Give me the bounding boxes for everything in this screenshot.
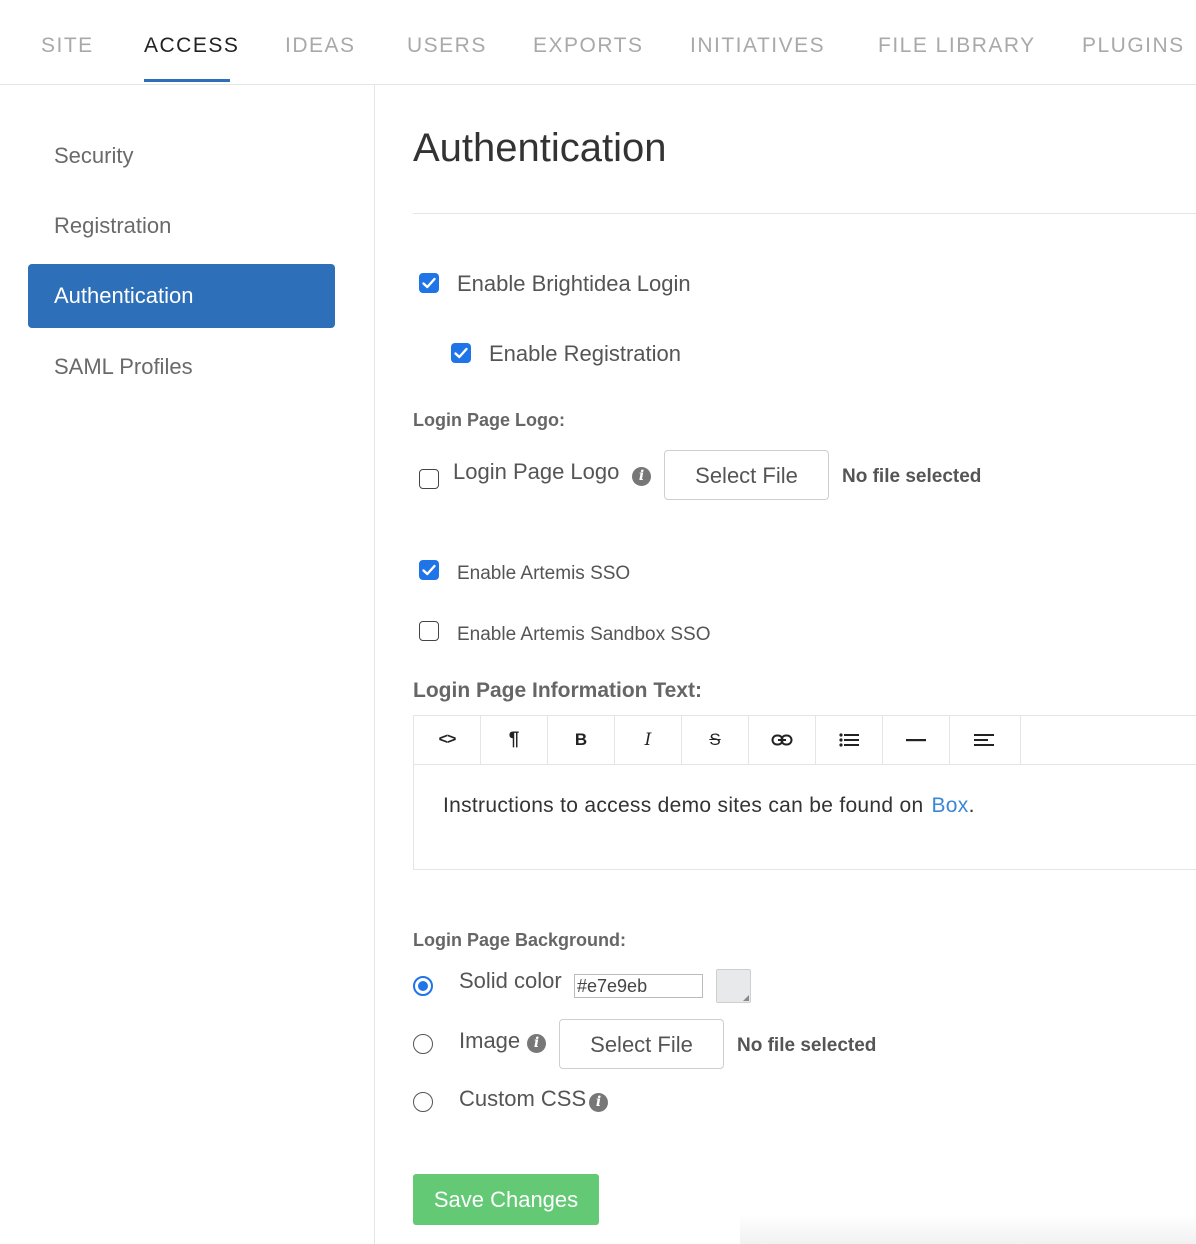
info-icon[interactable]: i — [632, 467, 651, 486]
image-file-status: No file selected — [737, 1035, 877, 1056]
strikethrough-button[interactable]: S — [682, 716, 749, 764]
custom-css-radio[interactable] — [413, 1092, 433, 1112]
custom-css-label: Custom CSS — [459, 1086, 587, 1111]
sidebar-item-authentication[interactable]: Authentication — [28, 264, 335, 328]
align-button[interactable] — [950, 716, 1017, 764]
paragraph-icon: ¶ — [508, 729, 520, 750]
bold-button[interactable]: B — [548, 716, 615, 764]
tab-initiatives[interactable]: INITIATIVES — [690, 34, 825, 58]
paragraph-button[interactable]: ¶ — [481, 716, 548, 764]
enable-registration-checkbox[interactable] — [451, 343, 471, 363]
bottom-fade — [740, 1214, 1196, 1244]
login-page-logo-select-file-button[interactable]: Select File — [664, 450, 829, 500]
login-page-logo-section-label: Login Page Logo: — [413, 410, 565, 430]
info-icon[interactable]: i — [527, 1034, 546, 1053]
active-tab-indicator — [144, 79, 230, 82]
top-navigation: SITE ACCESS IDEAS USERS EXPORTS INITIATI… — [0, 0, 1196, 85]
info-icon[interactable]: i — [589, 1093, 608, 1112]
tab-site[interactable]: SITE — [41, 34, 94, 58]
italic-button[interactable]: I — [615, 716, 682, 764]
horizontal-rule-button[interactable] — [883, 716, 950, 764]
code-view-button[interactable]: <> — [414, 716, 481, 764]
tab-ideas[interactable]: IDEAS — [285, 34, 356, 58]
color-swatch[interactable] — [716, 969, 751, 1003]
enable-artemis-sso-label: Enable Artemis SSO — [457, 563, 631, 584]
enable-registration-label: Enable Registration — [489, 341, 682, 366]
save-changes-button[interactable]: Save Changes — [413, 1174, 599, 1225]
list-icon — [839, 733, 859, 747]
solid-color-radio[interactable] — [413, 976, 433, 996]
link-icon — [771, 734, 793, 746]
solid-color-label: Solid color — [459, 968, 562, 993]
title-divider — [413, 213, 1196, 214]
image-radio[interactable] — [413, 1034, 433, 1054]
editor-text: Instructions to access demo sites can be… — [443, 794, 924, 817]
sidebar: Security Registration Authentication SAM… — [0, 85, 375, 1244]
align-left-icon — [973, 734, 994, 746]
login-page-logo-label: Login Page Logo — [453, 459, 620, 484]
info-text-section-label: Login Page Information Text: — [413, 679, 702, 702]
checkmark-icon — [422, 564, 436, 576]
enable-artemis-sso-checkbox[interactable] — [419, 560, 439, 580]
sidebar-item-security[interactable]: Security — [28, 124, 335, 188]
login-page-logo-file-status: No file selected — [842, 466, 982, 487]
bold-icon: B — [574, 730, 588, 749]
horizontal-rule-icon — [906, 739, 926, 742]
enable-brightidea-login-label: Enable Brightidea Login — [457, 271, 691, 296]
checkmark-icon — [454, 347, 468, 359]
background-section-label: Login Page Background: — [413, 930, 627, 950]
tab-users[interactable]: USERS — [407, 34, 487, 58]
image-select-file-button[interactable]: Select File — [559, 1019, 724, 1069]
rich-text-editor: <> ¶ B I S Instructions to access demo s… — [413, 715, 1196, 870]
editor-content[interactable]: Instructions to access demo sites can be… — [443, 794, 975, 818]
sidebar-item-registration[interactable]: Registration — [28, 194, 335, 258]
tab-exports[interactable]: EXPORTS — [533, 34, 643, 58]
code-icon: <> — [438, 731, 457, 748]
toolbar-divider — [1021, 764, 1196, 765]
box-link[interactable]: Box — [931, 794, 968, 817]
enable-artemis-sandbox-sso-checkbox[interactable] — [419, 621, 439, 641]
link-button[interactable] — [749, 716, 816, 764]
tab-access[interactable]: ACCESS — [144, 34, 239, 58]
editor-text-end: . — [968, 794, 975, 817]
checkmark-icon — [422, 277, 436, 289]
strikethrough-icon: S — [709, 730, 721, 749]
tab-file-library[interactable]: FILE LIBRARY — [878, 34, 1036, 58]
editor-toolbar: <> ¶ B I S — [414, 716, 1021, 765]
sidebar-item-saml-profiles[interactable]: SAML Profiles — [28, 335, 335, 399]
page-title: Authentication — [413, 126, 667, 170]
enable-brightidea-login-checkbox[interactable] — [419, 273, 439, 293]
list-button[interactable] — [816, 716, 883, 764]
image-label: Image — [459, 1028, 521, 1053]
login-page-logo-checkbox[interactable] — [419, 469, 439, 489]
solid-color-input[interactable] — [574, 974, 703, 998]
italic-icon: I — [644, 730, 652, 750]
enable-artemis-sandbox-sso-label: Enable Artemis Sandbox SSO — [457, 624, 711, 645]
tab-plugins[interactable]: PLUGINS — [1082, 34, 1185, 58]
